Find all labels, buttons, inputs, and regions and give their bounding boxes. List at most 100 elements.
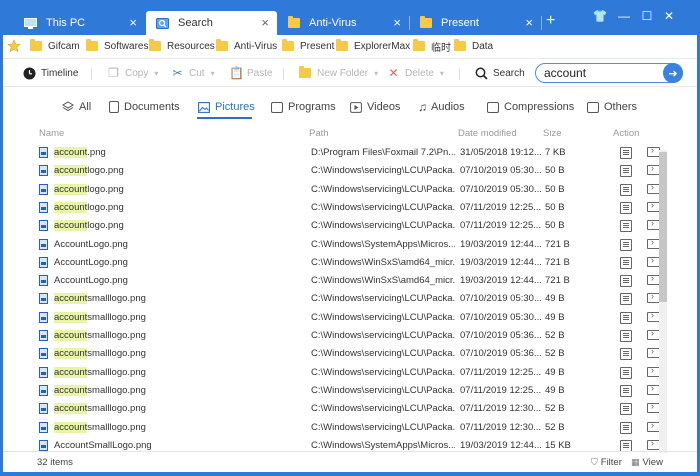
search-button[interactable]: Search: [475, 65, 525, 81]
close-tab-icon[interactable]: ×: [525, 16, 533, 29]
copy-path-icon[interactable]: [620, 275, 632, 288]
close-tab-icon[interactable]: ×: [393, 16, 401, 29]
bookmark-linshi[interactable]: 临时: [413, 39, 451, 54]
copy-path-icon[interactable]: [620, 384, 632, 397]
archive-icon: [487, 101, 499, 113]
tab-all[interactable]: All: [62, 99, 91, 115]
file-path: C:\Windows\servicing\LCU\Packa...: [311, 348, 455, 360]
file-size: 721 B: [545, 256, 570, 268]
close-window-button[interactable]: ✕: [661, 8, 677, 24]
tab-pictures[interactable]: Pictures: [198, 99, 255, 115]
table-row[interactable]: accountsmalllogo.png C:\Windows\servicing…: [33, 363, 663, 381]
document-icon: [109, 101, 119, 113]
copy-path-icon[interactable]: [620, 311, 632, 324]
tab-compressions[interactable]: Compressions: [487, 99, 574, 115]
table-row[interactable]: accountsmalllogo.png C:\Windows\servicing…: [33, 344, 663, 362]
table-row[interactable]: accountsmalllogo.png C:\Windows\servicing…: [33, 399, 663, 417]
file-size: 52 B: [545, 403, 565, 415]
tab-videos[interactable]: Videos: [350, 99, 400, 115]
delete-button[interactable]: ✕ Delete ▾: [387, 65, 443, 81]
table-row[interactable]: accountlogo.png C:\Windows\servicing\LCU\…: [33, 216, 663, 234]
table-row[interactable]: AccountLogo.png C:\Windows\SystemApps\Mic…: [33, 235, 663, 253]
copy-path-icon[interactable]: [620, 147, 632, 159]
bookmark-data[interactable]: Data: [454, 39, 493, 53]
search-highlight: account: [54, 421, 88, 433]
column-action-header: Action: [613, 128, 640, 139]
column-name-header[interactable]: Name: [39, 128, 64, 139]
search-input[interactable]: [544, 66, 662, 80]
copy-path-icon[interactable]: [620, 201, 632, 214]
bookmark-softwares[interactable]: Softwares: [86, 39, 148, 53]
table-row[interactable]: accountlogo.png C:\Windows\servicing\LCU\…: [33, 198, 663, 216]
column-size-header[interactable]: Size: [543, 128, 561, 139]
table-row[interactable]: AccountLogo.png C:\Windows\WinSxS\amd64_m…: [33, 271, 663, 289]
copy-path-icon[interactable]: [620, 439, 632, 452]
more-icon: [587, 101, 599, 113]
file-name-rest: logo.png: [87, 220, 124, 232]
table-row[interactable]: AccountLogo.png C:\Windows\WinSxS\amd64_m…: [33, 253, 663, 271]
copy-path-icon[interactable]: [620, 220, 632, 233]
copy-button[interactable]: ❐ Copy ▾: [107, 65, 158, 81]
cut-button[interactable]: ✂ Cut ▾: [171, 65, 214, 81]
copy-path-icon[interactable]: [620, 183, 632, 196]
file-size: 50 B: [545, 220, 565, 232]
program-icon: [271, 101, 283, 113]
folder-icon: [30, 39, 42, 51]
tab-this-pc[interactable]: This PC ×: [14, 11, 145, 35]
file-name: accountsmalllogo.png: [54, 384, 146, 396]
close-tab-icon[interactable]: ×: [129, 16, 137, 29]
table-row[interactable]: accountsmalllogo.png C:\Windows\servicing…: [33, 326, 663, 344]
scrollbar-thumb[interactable]: [659, 152, 667, 302]
image-file-icon: [39, 366, 48, 378]
column-path-header[interactable]: Path: [309, 128, 329, 139]
tab-present[interactable]: Present ×: [410, 11, 542, 35]
tab-documents[interactable]: Documents: [109, 99, 180, 115]
copy-path-icon[interactable]: [620, 366, 632, 379]
tab-audios[interactable]: ♫ Audios: [418, 99, 465, 115]
category-filters: All Documents Pictures Programs Videos ♫…: [3, 87, 697, 125]
file-path: C:\Windows\servicing\LCU\Packa...: [311, 165, 455, 177]
copy-path-icon[interactable]: [620, 330, 632, 342]
tab-programs[interactable]: Programs: [271, 99, 336, 115]
table-row[interactable]: accountsmalllogo.png C:\Windows\servicing…: [33, 381, 663, 399]
maximize-button[interactable]: ☐: [639, 8, 655, 24]
column-date-header[interactable]: Date modified: [458, 128, 517, 139]
copy-path-icon[interactable]: [620, 348, 632, 361]
arrow-right-icon[interactable]: ➜: [663, 63, 683, 83]
file-date: 07/10/2019 05:36...: [460, 330, 542, 341]
timeline-button[interactable]: Timeline: [23, 65, 78, 81]
copy-path-icon[interactable]: [620, 238, 632, 251]
copy-path-icon[interactable]: [620, 165, 632, 178]
tab-search[interactable]: Search ×: [146, 11, 277, 35]
new-tab-button[interactable]: +: [546, 13, 555, 29]
tab-others[interactable]: Others: [587, 99, 637, 115]
bookmark-explorermax[interactable]: ExplorerMax: [336, 39, 410, 53]
view-button[interactable]: ▦ View: [631, 457, 663, 468]
file-date: 07/10/2019 05:30...: [460, 183, 542, 195]
close-tab-icon[interactable]: ×: [261, 16, 269, 29]
minimize-button[interactable]: —: [616, 8, 632, 24]
table-row[interactable]: accountlogo.png C:\Windows\servicing\LCU\…: [33, 180, 663, 198]
new-folder-button[interactable]: New Folder ▾: [299, 65, 378, 81]
folder-icon: [86, 39, 98, 51]
bookmark-gifcam[interactable]: Gifcam: [30, 39, 80, 53]
copy-path-icon[interactable]: [620, 293, 632, 306]
tab-anti-virus[interactable]: Anti-Virus ×: [278, 11, 410, 35]
copy-path-icon[interactable]: [620, 403, 632, 416]
table-row[interactable]: accountsmalllogo.png C:\Windows\servicing…: [33, 308, 663, 326]
copy-path-icon[interactable]: [620, 421, 632, 434]
copy-path-icon[interactable]: [620, 256, 632, 269]
theme-icon[interactable]: 👕: [592, 8, 608, 24]
file-path: C:\Windows\servicing\LCU\Packa...: [311, 293, 455, 305]
table-row[interactable]: account.png D:\Program Files\Foxmail 7.2\…: [33, 143, 663, 161]
bookmark-resources[interactable]: Resources: [149, 39, 215, 53]
table-row[interactable]: accountlogo.png C:\Windows\servicing\LCU\…: [33, 161, 663, 179]
star-icon[interactable]: [7, 39, 21, 53]
table-row[interactable]: accountsmalllogo.png C:\Windows\servicing…: [33, 289, 663, 307]
filter-button[interactable]: ⛉ Filter: [591, 457, 622, 468]
bookmark-anti-virus[interactable]: Anti-Virus: [216, 39, 277, 53]
table-row[interactable]: accountsmalllogo.png C:\Windows\servicing…: [33, 418, 663, 436]
bookmark-present[interactable]: Present: [282, 39, 334, 53]
scrollbar[interactable]: [659, 150, 667, 453]
paste-button[interactable]: 📋 Paste: [229, 65, 273, 81]
